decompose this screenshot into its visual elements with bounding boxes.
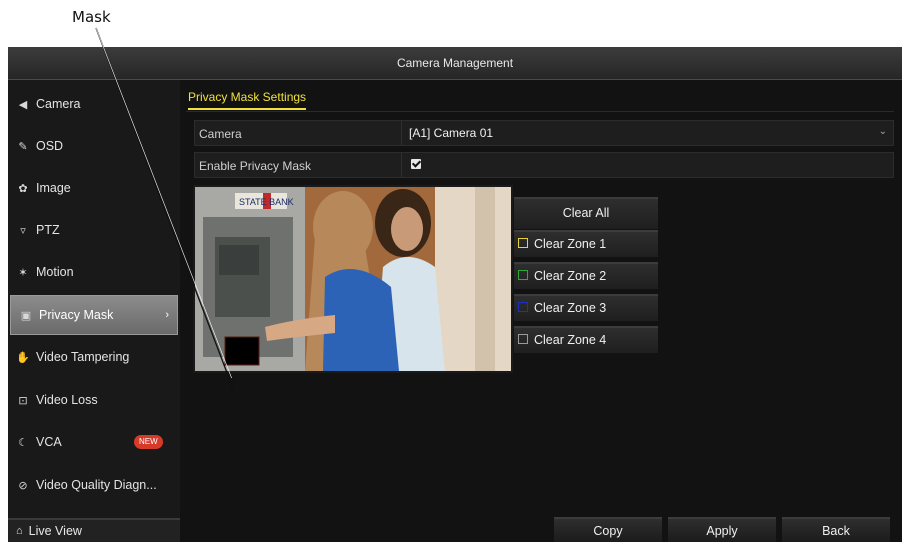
- sidebar-item-label: Video Loss: [36, 393, 98, 407]
- apply-button[interactable]: Apply: [668, 517, 776, 542]
- motion-icon: ✶: [18, 266, 28, 279]
- clear-zone-label: Clear Zone 4: [534, 333, 607, 347]
- bank-sign-text: STATE BANK: [239, 197, 294, 207]
- clear-zone-1-button[interactable]: Clear Zone 1: [514, 230, 658, 257]
- video-loss-icon: ⊡: [18, 394, 28, 407]
- back-button[interactable]: Back: [782, 517, 890, 542]
- camera-select[interactable]: [A1] Camera 01: [409, 126, 493, 140]
- enable-privacy-mask-label: Enable Privacy Mask: [199, 159, 312, 173]
- enable-privacy-mask-checkbox[interactable]: [411, 159, 421, 169]
- camera-preview-image: STATE BANK: [195, 187, 511, 371]
- sidebar: ◀ Camera ✎ OSD ✿ Image ▿ PTZ ✶ Motion ▣ …: [8, 80, 180, 518]
- sidebar-item-motion[interactable]: ✶ Motion: [8, 252, 180, 292]
- new-badge: NEW: [134, 435, 163, 449]
- sidebar-item-label: OSD: [36, 139, 64, 153]
- image-icon: ✿: [18, 182, 28, 195]
- vca-icon: ☾: [18, 436, 28, 449]
- zone-4-color-icon: [518, 334, 528, 344]
- video-quality-icon: ⊘: [18, 479, 28, 492]
- sidebar-item-privacy-mask[interactable]: ▣ Privacy Mask ›: [10, 295, 178, 335]
- sidebar-item-video-quality-diagnostics[interactable]: ⊘ Video Quality Diagn...: [8, 465, 180, 505]
- camera-icon: ◀: [18, 98, 28, 111]
- sidebar-item-label: PTZ: [36, 223, 60, 237]
- sidebar-item-image[interactable]: ✿ Image: [8, 168, 180, 208]
- window-title: Camera Management: [8, 47, 902, 80]
- sidebar-item-osd[interactable]: ✎ OSD: [8, 126, 180, 166]
- sidebar-item-video-loss[interactable]: ⊡ Video Loss: [8, 380, 180, 420]
- video-tampering-icon: ✋: [16, 351, 30, 364]
- camera-select-row: Camera [A1] Camera 01 ⌄: [194, 120, 894, 146]
- sidebar-item-label: Camera: [36, 97, 81, 111]
- osd-icon: ✎: [18, 140, 28, 153]
- mask-caption: Mask: [72, 8, 111, 26]
- clear-zone-label: Clear Zone 2: [534, 269, 607, 283]
- tab-privacy-mask-settings[interactable]: Privacy Mask Settings: [188, 90, 307, 110]
- row-divider: [401, 121, 402, 145]
- chevron-down-icon[interactable]: ⌄: [879, 126, 887, 137]
- sidebar-item-vca[interactable]: ☾ VCA NEW: [8, 422, 180, 462]
- main-content: Privacy Mask Settings Camera [A1] Camera…: [186, 80, 902, 542]
- row-divider: [401, 153, 402, 177]
- sidebar-item-label: Video Quality Diagn...: [36, 478, 157, 492]
- sidebar-item-label: Motion: [36, 265, 74, 279]
- ptz-icon: ▿: [20, 224, 26, 237]
- camera-preview[interactable]: STATE BANK: [193, 185, 513, 373]
- sidebar-item-video-tampering[interactable]: ✋ Video Tampering: [8, 337, 180, 377]
- zone-3-color-icon: [518, 302, 528, 312]
- live-view-label: Live View: [28, 524, 82, 538]
- clear-zone-3-button[interactable]: Clear Zone 3: [514, 294, 658, 321]
- sidebar-item-label: Image: [36, 181, 71, 195]
- clear-zone-2-button[interactable]: Clear Zone 2: [514, 262, 658, 289]
- sidebar-item-label: Privacy Mask: [39, 308, 114, 322]
- sidebar-item-label: VCA: [36, 435, 62, 449]
- zone-2-color-icon: [518, 270, 528, 280]
- sidebar-item-ptz[interactable]: ▿ PTZ: [8, 210, 180, 250]
- tab-divider: [186, 111, 894, 112]
- privacy-mask-zone[interactable]: [224, 336, 260, 366]
- privacy-mask-icon: ▣: [20, 309, 32, 322]
- camera-label: Camera: [199, 127, 242, 141]
- clear-zone-label: Clear Zone 3: [534, 301, 607, 315]
- zone-1-color-icon: [518, 238, 528, 248]
- sidebar-item-label: Video Tampering: [36, 350, 130, 364]
- clear-zone-4-button[interactable]: Clear Zone 4: [514, 326, 658, 353]
- chevron-right-icon: ›: [165, 309, 169, 321]
- live-view-button[interactable]: ⌂ Live View: [8, 518, 180, 542]
- enable-privacy-mask-row: Enable Privacy Mask: [194, 152, 894, 178]
- clear-all-button[interactable]: Clear All: [514, 197, 658, 229]
- copy-button[interactable]: Copy: [554, 517, 662, 542]
- sidebar-item-camera[interactable]: ◀ Camera: [8, 84, 180, 124]
- clear-zone-label: Clear Zone 1: [534, 237, 607, 251]
- home-icon: ⌂: [16, 525, 23, 537]
- camera-management-window: Camera Management ◀ Camera ✎ OSD ✿ Image…: [8, 47, 902, 542]
